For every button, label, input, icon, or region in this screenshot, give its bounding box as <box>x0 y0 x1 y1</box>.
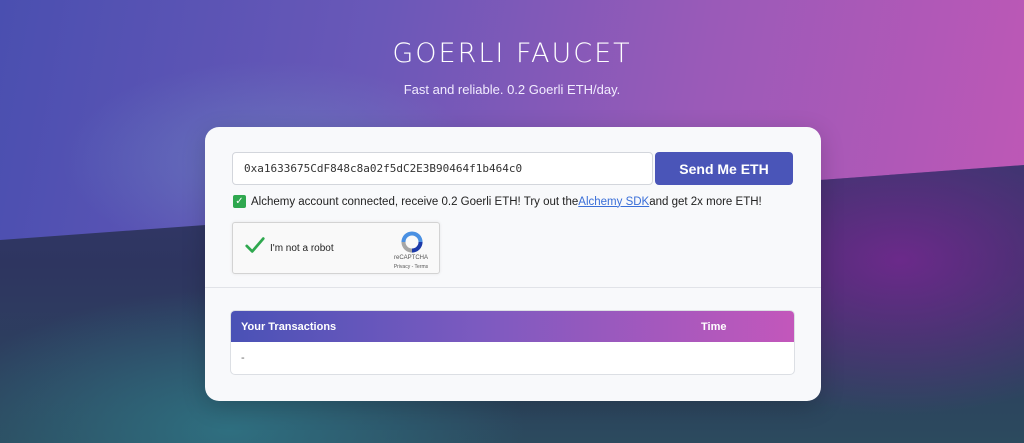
page-subtitle: Fast and reliable. 0.2 Goerli ETH/day. <box>403 82 621 97</box>
notice-text-after: and get 2x more ETH! <box>649 195 762 208</box>
wallet-address-input[interactable] <box>232 152 653 185</box>
page-content: GOERLI FAUCET Fast and reliable. 0.2 Goe… <box>0 0 1024 443</box>
card-divider <box>205 287 821 288</box>
page-title: GOERLI FAUCET <box>392 38 632 69</box>
column-header-time: Time <box>701 321 727 333</box>
recaptcha-privacy-terms[interactable]: Privacy - Terms <box>388 264 434 270</box>
captcha-check-icon[interactable] <box>244 234 266 256</box>
notice-text-before: Alchemy account connected, receive 0.2 G… <box>251 195 579 208</box>
transactions-table: Your Transactions Time - <box>230 310 795 375</box>
column-header-transactions: Your Transactions <box>241 321 337 333</box>
faucet-card: Send Me ETH ✓ Alchemy account connected,… <box>205 127 821 401</box>
recaptcha-brand: reCAPTCHA <box>393 255 428 261</box>
alchemy-sdk-link[interactable]: Alchemy SDK <box>578 196 649 208</box>
table-cell-empty: - <box>241 352 245 364</box>
checkmark-icon: ✓ <box>233 195 246 208</box>
transactions-table-header: Your Transactions Time <box>231 311 794 342</box>
send-me-eth-button[interactable]: Send Me ETH <box>655 152 793 185</box>
recaptcha-widget[interactable]: I'm not a robot reCAPTCHA Privacy - Term… <box>232 222 440 274</box>
alchemy-connected-notice: ✓ Alchemy account connected, receive 0.2… <box>233 195 762 208</box>
captcha-label: I'm not a robot <box>270 243 334 254</box>
table-row: - <box>231 342 794 374</box>
recaptcha-logo-icon <box>401 231 423 253</box>
